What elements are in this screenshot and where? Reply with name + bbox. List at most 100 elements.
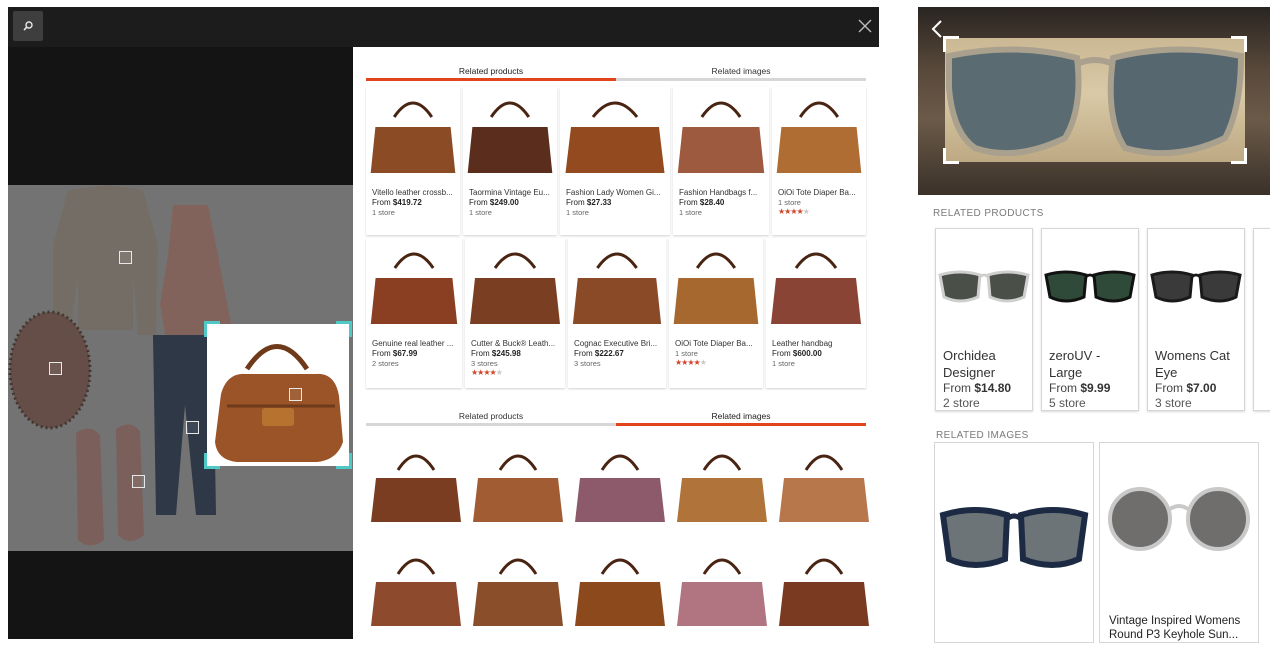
product-price: From $67.99 bbox=[372, 349, 418, 358]
product-store-count: 3 store bbox=[1155, 396, 1192, 410]
product-card[interactable]: Cognac Executive Bri... From $222.67 3 sto… bbox=[568, 238, 666, 388]
product-price: From $419.72 bbox=[372, 198, 422, 207]
back-button[interactable] bbox=[928, 17, 948, 41]
related-image[interactable] bbox=[570, 534, 670, 634]
product-store-count: 3 stores bbox=[471, 359, 498, 368]
product-image bbox=[771, 252, 861, 324]
product-card[interactable]: Cutter & Buck® Leath... From $245.98 3 sto… bbox=[465, 238, 565, 388]
product-price: From $600.00 bbox=[772, 349, 822, 358]
related-image bbox=[1108, 487, 1250, 551]
sunglasses-photo bbox=[946, 46, 1245, 157]
product-card[interactable]: Womens Cat Eye From $7.00 3 store bbox=[1147, 228, 1245, 411]
top-tabs: Related products Related images bbox=[366, 61, 866, 81]
crop-corner-tr bbox=[336, 321, 352, 337]
related-image bbox=[939, 507, 1089, 568]
related-image[interactable] bbox=[774, 534, 874, 634]
related-image[interactable] bbox=[672, 534, 772, 634]
product-card[interactable]: OiOi Tote Diaper Ba... 1 store ★★★★★ bbox=[669, 238, 763, 388]
hotspot-marker-cardigan[interactable] bbox=[119, 251, 132, 264]
selected-crop-box[interactable] bbox=[204, 321, 352, 469]
star-icon: ★ bbox=[802, 207, 810, 216]
related-image[interactable] bbox=[366, 534, 466, 634]
product-card[interactable]: Genuine real leather ... From $67.99 2 sto… bbox=[366, 238, 462, 388]
related-images-heading: RELATED IMAGES bbox=[936, 430, 1029, 441]
product-image bbox=[565, 101, 665, 173]
query-photo bbox=[918, 7, 1270, 195]
product-store-count: 1 store bbox=[675, 349, 698, 358]
product-title: Fashion Lady Women Gi... bbox=[566, 188, 661, 197]
product-image bbox=[370, 101, 456, 173]
outfit-collage-image bbox=[8, 185, 353, 551]
product-image bbox=[470, 252, 560, 324]
crop-corner-tl bbox=[204, 321, 220, 337]
product-store-count: 5 store bbox=[1049, 396, 1086, 410]
close-button[interactable] bbox=[853, 14, 877, 38]
related-image[interactable] bbox=[468, 534, 568, 634]
tab-related-products[interactable]: Related products bbox=[366, 61, 616, 81]
crop-corner-br bbox=[1231, 148, 1247, 164]
product-title: Fashion Handbags f... bbox=[679, 188, 758, 197]
product-card[interactable]: Leather handbag From $600.00 1 store bbox=[766, 238, 866, 388]
product-title: OiOi Tote Diaper Ba... bbox=[778, 188, 856, 197]
product-image bbox=[776, 101, 862, 173]
related-image[interactable] bbox=[468, 430, 568, 530]
product-title: Genuine real leather ... bbox=[372, 339, 454, 348]
product-card[interactable]: OiOi Tote Diaper Ba... 1 store ★★★★★ bbox=[772, 87, 866, 235]
product-image bbox=[467, 101, 553, 173]
product-title: Vitello leather crossb... bbox=[372, 188, 453, 197]
hotspot-marker-jeans[interactable] bbox=[186, 421, 199, 434]
related-image[interactable] bbox=[366, 430, 466, 530]
product-card[interactable]: zeroUV - Large From $9.99 5 store bbox=[1041, 228, 1139, 411]
product-card[interactable]: Fashion Handbags f... From $28.40 1 store bbox=[673, 87, 769, 235]
star-icon: ★ bbox=[495, 368, 503, 377]
product-image bbox=[572, 252, 662, 324]
product-store-count: 2 stores bbox=[372, 359, 399, 368]
product-price: From $249.00 bbox=[469, 198, 519, 207]
product-card-partial[interactable] bbox=[1253, 228, 1270, 411]
tab-related-images[interactable]: Related images bbox=[616, 406, 866, 426]
related-image[interactable] bbox=[570, 430, 670, 530]
hotspot-marker-shoes[interactable] bbox=[132, 475, 145, 488]
product-image bbox=[1044, 270, 1136, 303]
tab-related-products[interactable]: Related products bbox=[366, 406, 616, 426]
image-stage bbox=[8, 47, 353, 639]
product-image bbox=[938, 270, 1030, 303]
tab-related-images[interactable]: Related images bbox=[616, 61, 866, 81]
search-icon bbox=[23, 21, 33, 31]
product-store-count: 1 store bbox=[772, 359, 795, 368]
product-title: Womens Cat Eye bbox=[1155, 348, 1230, 380]
product-price: From $245.98 bbox=[471, 349, 521, 358]
product-card[interactable]: Vitello leather crossb... From $419.72 1 s… bbox=[366, 87, 460, 235]
product-title: Cognac Executive Bri... bbox=[574, 339, 658, 348]
product-card[interactable]: Taormina Vintage Eu... From $249.00 1 stor… bbox=[463, 87, 557, 235]
crop-corner-br bbox=[336, 453, 352, 469]
hotspot-marker-clutch[interactable] bbox=[49, 362, 62, 375]
related-image[interactable] bbox=[774, 430, 874, 530]
product-rating: ★★★★★ bbox=[675, 358, 707, 367]
related-image-caption: Vintage Inspired Womens Round P3 Keyhole… bbox=[1109, 615, 1241, 641]
related-image[interactable] bbox=[672, 430, 772, 530]
product-price: From $28.40 bbox=[679, 198, 725, 207]
product-price: From $27.33 bbox=[566, 198, 612, 207]
search-button[interactable] bbox=[13, 11, 43, 41]
product-price: From $9.99 bbox=[1049, 381, 1111, 395]
product-price: From $14.80 bbox=[943, 381, 1012, 395]
selected-handbag-image bbox=[215, 344, 343, 462]
product-title: OiOi Tote Diaper Ba... bbox=[675, 339, 753, 348]
product-image bbox=[1150, 270, 1242, 303]
product-card[interactable]: Fashion Lady Women Gi... From $27.33 1 sto… bbox=[560, 87, 670, 235]
mobile-visual-search-screen: RELATED PRODUCTS Orchidea Designer From $… bbox=[918, 7, 1270, 643]
product-card[interactable]: Orchidea Designer From $14.80 2 store bbox=[935, 228, 1033, 411]
desktop-visual-search-window: Related products Related images Vitello … bbox=[8, 7, 879, 639]
product-image bbox=[370, 252, 458, 324]
results-panel: Related products Related images Vitello … bbox=[353, 47, 879, 639]
product-image bbox=[673, 252, 759, 324]
related-image-card[interactable]: Vintage Inspired Womens Round P3 Keyhole… bbox=[1099, 442, 1259, 643]
product-store-count: 1 store bbox=[372, 208, 395, 217]
product-title: Orchidea Designer bbox=[943, 348, 996, 380]
hotspot-marker-handbag[interactable] bbox=[289, 388, 302, 401]
related-image-card[interactable] bbox=[934, 442, 1094, 643]
product-store-count: 1 store bbox=[679, 208, 702, 217]
selected-crop-box[interactable] bbox=[943, 36, 1247, 164]
product-rating: ★★★★★ bbox=[778, 207, 810, 216]
